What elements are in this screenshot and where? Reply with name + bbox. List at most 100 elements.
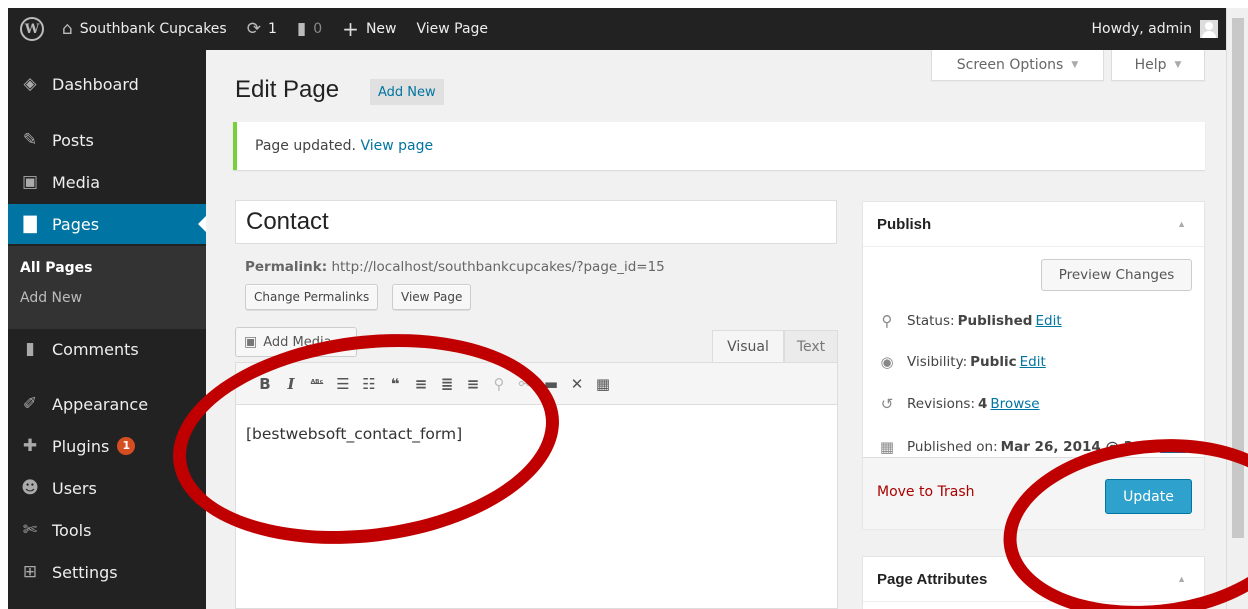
sidebar-item-comments[interactable]: ▮ Comments — [8, 329, 206, 369]
caret-down-icon: ▼ — [1174, 60, 1182, 70]
edit-visibility-link[interactable]: Edit — [1020, 354, 1046, 370]
add-media-button[interactable]: ▣ Add Media — [235, 327, 357, 357]
revisions-value: 4 — [978, 396, 988, 412]
sidebar-item-appearance[interactable]: ✐ Appearance — [8, 384, 206, 424]
toggle-arrow-icon[interactable]: ▲ — [1177, 219, 1186, 229]
view-page-label: View Page — [416, 21, 489, 37]
toggle-arrow-icon[interactable]: ▲ — [1177, 574, 1186, 584]
comments-count: 0 — [313, 21, 323, 37]
align-left-icon[interactable]: ≡ — [408, 375, 434, 393]
plugins-update-badge: 1 — [117, 437, 136, 455]
media-icon: ▣ — [244, 334, 258, 350]
submenu-all-pages[interactable]: All Pages — [20, 260, 93, 276]
strikethrough-icon[interactable]: ᴬᴮᶜ — [304, 379, 330, 389]
sidebar-item-label: Posts — [52, 130, 94, 150]
kitchen-sink-icon[interactable]: ▦ — [590, 375, 616, 393]
help-button[interactable]: Help ▼ — [1111, 50, 1205, 81]
publish-box-header[interactable]: Publish ▲ — [863, 202, 1204, 247]
link-icon[interactable]: ⚲ — [486, 375, 512, 393]
blockquote-icon[interactable]: ❝ — [382, 375, 408, 393]
unlink-icon[interactable]: ⚯ — [512, 375, 538, 393]
sidebar-item-tools[interactable]: ✄ Tools — [8, 510, 206, 550]
new-label: New — [365, 21, 397, 37]
view-page-button[interactable]: View Page — [392, 284, 472, 310]
site-name-link[interactable]: ⌂ Southbank Cupcakes — [52, 8, 237, 50]
browse-revisions-link[interactable]: Browse — [990, 396, 1039, 412]
visibility-label: Visibility: — [907, 354, 968, 370]
revisions-row: ↺ Revisions: 4 Browse — [877, 395, 1040, 413]
pin-icon: ✎ — [22, 130, 38, 150]
sidebar-item-dashboard[interactable]: ◈ Dashboard — [8, 64, 206, 104]
frame-top — [0, 0, 1248, 8]
status-row: ⚲ Status: Published Edit — [877, 312, 1062, 330]
comment-icon: ▮ — [296, 18, 307, 39]
pin-icon: ⚲ — [881, 312, 893, 330]
published-value: Mar 26, 2014 @ 3:33 — [1000, 439, 1158, 455]
numbered-list-icon[interactable]: ☷ — [356, 375, 382, 393]
updates-icon: ⟳ — [246, 18, 261, 39]
sidebar-item-label: Comments — [52, 339, 139, 359]
tab-text[interactable]: Text — [784, 330, 838, 363]
sidebar-item-media[interactable]: ▣ Media — [8, 162, 206, 202]
media-icon: ▣ — [21, 172, 39, 192]
align-right-icon[interactable]: ≡ — [460, 375, 486, 393]
eye-icon: ◉ — [880, 353, 894, 371]
home-icon: ⌂ — [62, 18, 73, 39]
change-permalinks-button[interactable]: Change Permalinks — [245, 284, 379, 310]
sidebar-item-plugins[interactable]: ✚ Plugins 1 — [8, 426, 206, 466]
screen-options-button[interactable]: Screen Options ▼ — [931, 50, 1104, 81]
users-icon: ☻ — [21, 478, 39, 498]
comment-icon: ▮ — [25, 339, 35, 359]
wp-logo-menu[interactable]: W — [8, 8, 52, 50]
content-editor[interactable]: B Iᴬᴮᶜ ☰ ☷ ❝ ≡ ≣ ≡ ⚲ ⚯ ▬ ✕ ▦ [bestwebsoft_contact_fo… — [235, 362, 838, 609]
sidebar-item-settings[interactable]: ⊞ Settings — [8, 552, 206, 592]
sidebar-item-pages[interactable]: ▇ Pages — [8, 204, 207, 244]
sidebar-item-label: Dashboard — [52, 74, 139, 94]
plugin-icon: ✚ — [22, 436, 38, 456]
tab-visual[interactable]: Visual — [712, 330, 784, 363]
add-new-page-button[interactable]: Add New — [370, 79, 444, 105]
pages-icon: ▇ — [23, 214, 37, 234]
notice-text: Page updated. — [255, 138, 357, 154]
post-title-input[interactable]: Contact — [235, 200, 837, 244]
edit-status-link[interactable]: Edit — [1035, 313, 1061, 329]
view-page-link[interactable]: View Page — [406, 8, 498, 50]
update-button[interactable]: Update — [1105, 479, 1192, 514]
pages-submenu: All Pages Add New — [8, 246, 206, 329]
comments-link[interactable]: ▮ 0 — [287, 8, 332, 50]
updates-link[interactable]: ⟳ 1 — [237, 8, 287, 50]
sidebar-item-posts[interactable]: ✎ Posts — [8, 120, 206, 160]
sidebar-item-users[interactable]: ☻ Users — [8, 468, 206, 508]
preview-changes-button[interactable]: Preview Changes — [1041, 259, 1192, 291]
bold-icon[interactable]: B — [252, 375, 278, 393]
sidebar-item-label: Plugins — [52, 436, 110, 456]
avatar — [1200, 20, 1218, 38]
revisions-label: Revisions: — [907, 396, 976, 412]
scrollbar-thumb[interactable] — [1232, 18, 1244, 538]
history-icon: ↺ — [880, 395, 894, 413]
frame-left — [0, 0, 8, 609]
permalink-url[interactable]: http://localhost/southbankcupcakes/?page… — [331, 259, 664, 275]
align-center-icon[interactable]: ≣ — [434, 375, 460, 393]
add-media-label: Add Media — [263, 334, 332, 350]
vertical-scrollbar[interactable] — [1226, 8, 1248, 609]
italic-icon[interactable]: I — [278, 375, 304, 393]
fullscreen-icon[interactable]: ✕ — [564, 375, 590, 393]
move-to-trash-link[interactable]: Move to Trash — [877, 484, 975, 500]
page-attributes-title: Page Attributes — [877, 570, 988, 588]
submenu-add-new[interactable]: Add New — [20, 290, 82, 306]
publish-box: Publish ▲ Preview Changes ⚲ Status: Publ… — [862, 201, 1205, 529]
my-account-menu[interactable]: Howdy, admin — [1082, 8, 1226, 50]
site-name: Southbank Cupcakes — [79, 21, 227, 37]
updates-count: 1 — [267, 21, 277, 37]
bullet-list-icon[interactable]: ☰ — [330, 375, 356, 393]
visibility-row: ◉ Visibility: Public Edit — [877, 353, 1046, 371]
edit-date-link[interactable]: Edit — [1160, 439, 1186, 455]
publish-title: Publish — [877, 215, 932, 233]
editor-content[interactable]: [bestwebsoft_contact_form] — [246, 425, 462, 443]
read-more-icon[interactable]: ▬ — [538, 375, 564, 393]
view-page-link[interactable]: View page — [360, 138, 433, 154]
new-content-link[interactable]: + New — [332, 8, 406, 50]
status-label: Status: — [907, 313, 955, 329]
page-attributes-header[interactable]: Page Attributes ▲ — [863, 557, 1204, 602]
